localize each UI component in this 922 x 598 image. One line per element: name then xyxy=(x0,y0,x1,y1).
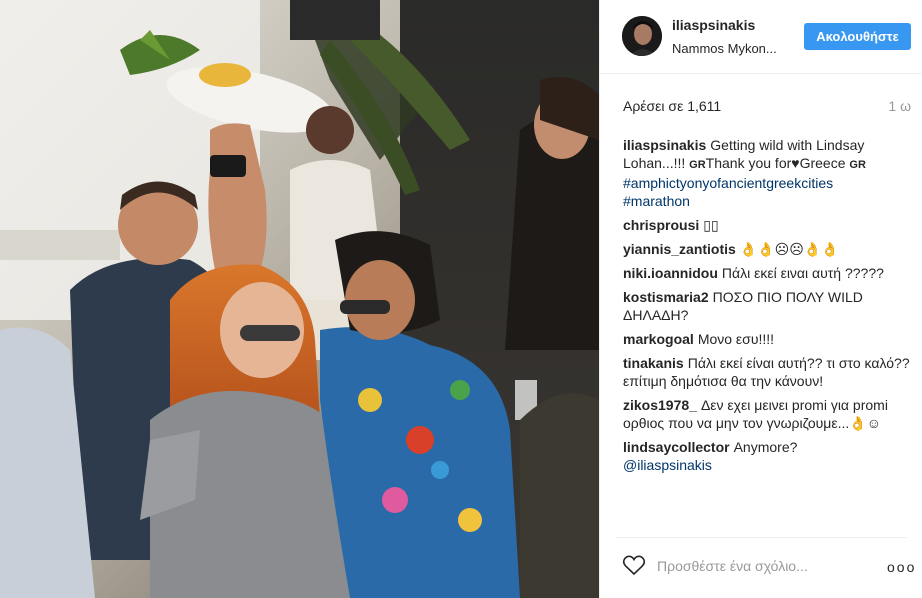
comment-text: Πάλι εκεί ειναι αυτή ????? xyxy=(721,265,884,281)
hashtag-link[interactable]: #marathon xyxy=(623,193,690,209)
greek-flag-icon: GR xyxy=(849,159,866,171)
hashtag-link[interactable]: #amphictyonyofancientgreekcities xyxy=(623,175,833,191)
comments-list[interactable]: iliaspsinakis Getting wild with Lindsay L… xyxy=(623,136,913,530)
comment-username[interactable]: kostismaria2 xyxy=(623,289,709,305)
comment-username[interactable]: niki.ioannidou xyxy=(623,265,718,281)
heart-emoji-icon: ♥ xyxy=(791,155,800,171)
caption: iliaspsinakis Getting wild with Lindsay L… xyxy=(623,136,913,210)
comment-text: ▯▯ xyxy=(703,217,719,233)
mention-link[interactable]: @iliaspsinakis xyxy=(623,457,712,473)
comment-username[interactable]: lindsaycollector xyxy=(623,439,730,455)
heart-icon[interactable] xyxy=(622,554,646,576)
post-author-username[interactable]: iliaspsinakis xyxy=(672,17,755,33)
caption-username[interactable]: iliaspsinakis xyxy=(623,137,706,153)
comment-item: kostismaria2 ΠΟΣΟ ΠΙΟ ΠΟΛΥ WILD ΔΗΛΑΔΗ? xyxy=(623,288,913,324)
comment-username[interactable]: markogoal xyxy=(623,331,694,347)
comment-text: Μονο εσυ!!!! xyxy=(697,331,775,347)
comment-username[interactable]: tinakanis xyxy=(623,355,684,371)
comment-input[interactable] xyxy=(657,555,847,577)
comment-item: yiannis_zantiotis 👌👌☹☹👌👌 xyxy=(623,240,913,258)
post-timestamp[interactable]: 1 ω xyxy=(888,98,911,114)
post-header: iliaspsinakis Nammos Mykon... Ακολουθήστ… xyxy=(600,0,922,74)
follow-button[interactable]: Ακολουθήστε xyxy=(804,23,911,50)
caption-text-c: Greece xyxy=(799,155,846,171)
comment-username[interactable]: chrisprousi xyxy=(623,217,699,233)
more-options-icon[interactable]: ooo xyxy=(887,560,916,574)
avatar[interactable] xyxy=(622,16,662,56)
likes-prefix: Αρέσει σε xyxy=(623,98,684,114)
post-location[interactable]: Nammos Mykon... xyxy=(672,41,777,56)
greek-flag-icon: GR xyxy=(689,159,706,171)
likes-count[interactable]: 1,611 xyxy=(687,98,721,114)
comment-footer: ooo xyxy=(600,538,922,598)
post-photo xyxy=(0,0,599,598)
comment-username[interactable]: zikos1978_ xyxy=(623,397,697,413)
comment-username[interactable]: yiannis_zantiotis xyxy=(623,241,736,257)
comment-text: Anymore? xyxy=(733,439,798,455)
caption-text-b: Thank you for xyxy=(705,155,792,171)
post-details-panel: iliaspsinakis Nammos Mykon... Ακολουθήστ… xyxy=(599,0,922,598)
comment-item: lindsaycollector Anymore? @iliaspsinakis xyxy=(623,438,913,474)
likes-label[interactable]: Αρέσει σε 1,611 xyxy=(623,98,721,114)
comment-item: niki.ioannidou Πάλι εκεί ειναι αυτή ????? xyxy=(623,264,913,282)
comment-text: 👌👌☹☹👌👌 xyxy=(739,241,839,257)
comment-item: markogoal Μονο εσυ!!!! xyxy=(623,330,913,348)
comment-item: tinakanis Πάλι εκεί είναι αυτή?? τι στο κ… xyxy=(623,354,913,390)
comment-item: zikos1978_ Δεν εχει μεινει promi για prom… xyxy=(623,396,913,432)
likes-row: Αρέσει σε 1,611 1 ω xyxy=(623,98,911,118)
comment-item: chrisprousi ▯▯ xyxy=(623,216,913,234)
